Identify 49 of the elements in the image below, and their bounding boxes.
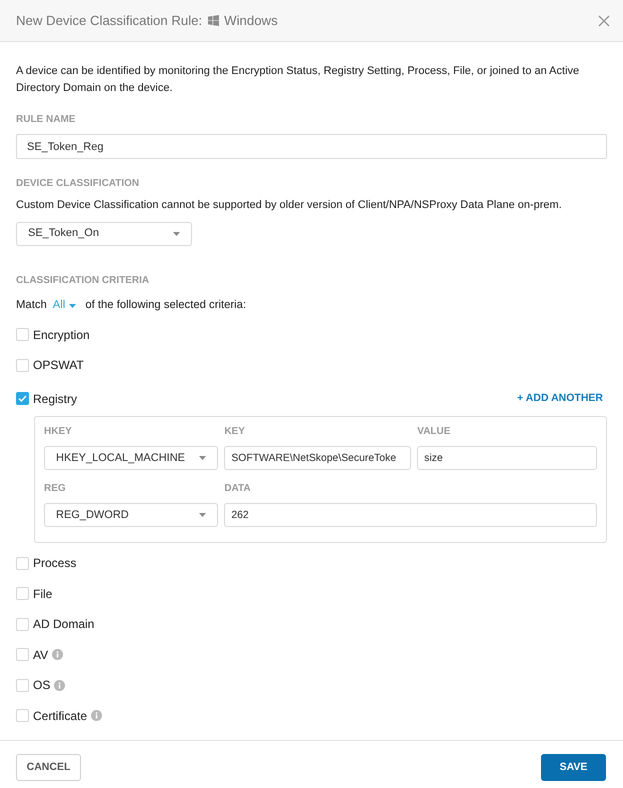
match-label: Match: [16, 298, 47, 313]
checkbox[interactable]: [16, 358, 29, 372]
checkbox[interactable]: [16, 587, 29, 600]
field-label: DATA: [224, 482, 252, 496]
match-label: of the following selected criteria:: [85, 298, 246, 313]
input-field[interactable]: size: [417, 446, 597, 470]
checkbox[interactable]: [16, 392, 29, 406]
checkbox[interactable]: [16, 328, 29, 342]
checkbox[interactable]: [16, 678, 29, 692]
dropdown[interactable]: HKEY_LOCAL_MACHINE: [44, 446, 218, 470]
description-text: A device can be identified by monitoring the Encryption Status, Registry Setting, Process, File, or joined to an Active Directory Domain on the device.: [16, 64, 580, 96]
platform-name: Windows: [224, 12, 278, 30]
input-field[interactable]: SOFTWARE\NetSkope\SecureToke: [224, 446, 412, 470]
input-field[interactable]: SE_Token_Reg: [16, 134, 607, 159]
checkbox[interactable]: [16, 618, 29, 631]
criterion-label: Encryption: [33, 326, 90, 344]
cancel-button[interactable]: CANCEL: [16, 754, 81, 781]
field-label: KEY: [224, 425, 246, 439]
dialog-title: New Device Classification Rule:: [16, 12, 202, 30]
section-label: DEVICE CLASSIFICATION: [16, 177, 140, 191]
caret-icon: [199, 456, 206, 460]
checkbox[interactable]: [16, 709, 29, 722]
criterion-label: AD Domain: [33, 616, 94, 634]
save-button[interactable]: SAVE: [541, 754, 606, 781]
add-another-link[interactable]: + ADD ANOTHER: [517, 390, 603, 407]
field-label: REG: [44, 482, 67, 496]
dropdown[interactable]: REG_DWORD: [44, 503, 218, 527]
field-label: HKEY: [44, 425, 73, 439]
criterion-label: AV: [33, 646, 48, 664]
caret-icon: [199, 513, 206, 517]
windows-icon: [208, 15, 220, 26]
field-label: VALUE: [417, 425, 452, 439]
close-icon[interactable]: [598, 14, 610, 26]
caret-icon: [69, 304, 76, 308]
criterion-label: File: [33, 586, 52, 603]
criterion-label: OPSWAT: [33, 357, 84, 374]
section-label: RULE NAME: [16, 113, 76, 127]
checkbox[interactable]: [16, 648, 29, 662]
check-icon: [18, 395, 27, 402]
caret-icon: [173, 232, 180, 236]
dropdown[interactable]: SE_Token_On: [16, 222, 192, 246]
criterion-label: Process: [33, 555, 76, 572]
criterion-label: Certificate: [33, 708, 88, 725]
input-field[interactable]: 262: [224, 503, 597, 527]
section-label: CLASSIFICATION CRITERIA: [16, 274, 150, 288]
note-text: Custom Device Classification cannot be supported by older version of Client/NPA/NSProxy Data Plane on-prem.: [16, 198, 563, 213]
criterion-label: Registry: [33, 390, 78, 408]
checkbox[interactable]: [16, 556, 29, 570]
criterion-label: OS: [33, 677, 50, 694]
